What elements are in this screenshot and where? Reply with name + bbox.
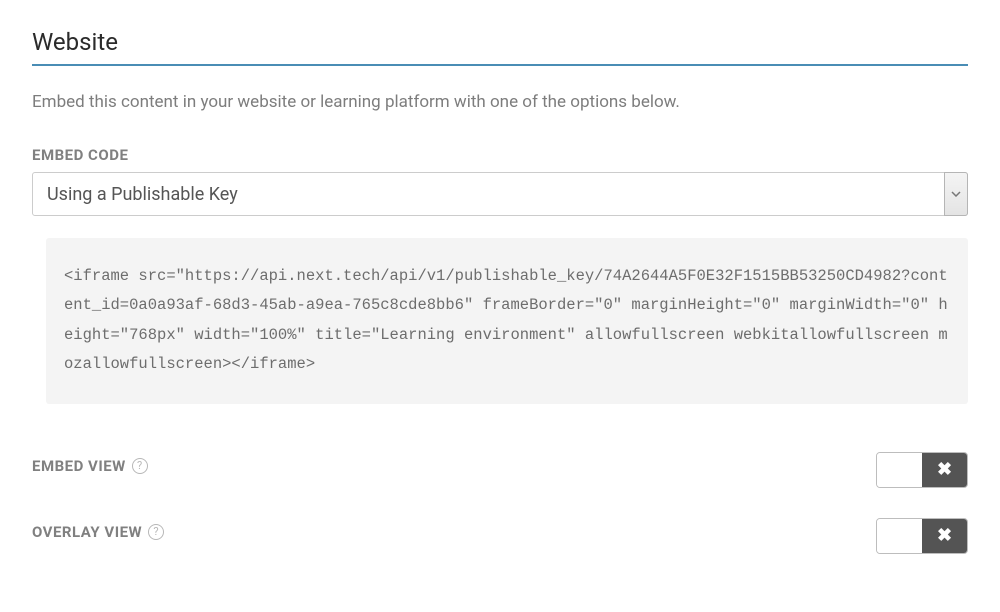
embed-code-select-dropdown-button[interactable] <box>944 172 968 216</box>
embed-view-row: EMBED VIEW ? ✖ <box>32 452 968 488</box>
embed-code-label-text: EMBED CODE <box>32 146 128 164</box>
overlay-view-toggle[interactable]: ✖ <box>876 518 968 554</box>
embed-view-label: EMBED VIEW ? <box>32 457 148 475</box>
close-icon: ✖ <box>937 459 952 480</box>
embed-view-toggle[interactable]: ✖ <box>876 452 968 488</box>
embed-view-toggle-off[interactable]: ✖ <box>922 453 967 487</box>
overlay-view-toggle-on[interactable] <box>877 519 922 553</box>
embed-view-label-text: EMBED VIEW <box>32 457 126 475</box>
section-description: Embed this content in your website or le… <box>32 92 968 112</box>
embed-code-selected-value: Using a Publishable Key <box>47 184 238 205</box>
embed-code-label: EMBED CODE <box>32 146 968 164</box>
overlay-view-toggle-off[interactable]: ✖ <box>922 519 967 553</box>
chevron-down-icon <box>951 191 961 197</box>
overlay-view-row: OVERLAY VIEW ? ✖ <box>32 518 968 554</box>
help-icon[interactable]: ? <box>148 524 164 540</box>
overlay-view-label-text: OVERLAY VIEW <box>32 523 142 541</box>
embed-view-toggle-on[interactable] <box>877 453 922 487</box>
embed-code-select-wrapper: Using a Publishable Key <box>32 172 968 216</box>
close-icon: ✖ <box>937 525 952 546</box>
overlay-view-label: OVERLAY VIEW ? <box>32 523 164 541</box>
section-title: Website <box>32 28 968 66</box>
embed-code-select[interactable]: Using a Publishable Key <box>32 172 968 216</box>
embed-code-snippet[interactable]: <iframe src="https://api.next.tech/api/v… <box>46 238 968 404</box>
help-icon[interactable]: ? <box>132 458 148 474</box>
